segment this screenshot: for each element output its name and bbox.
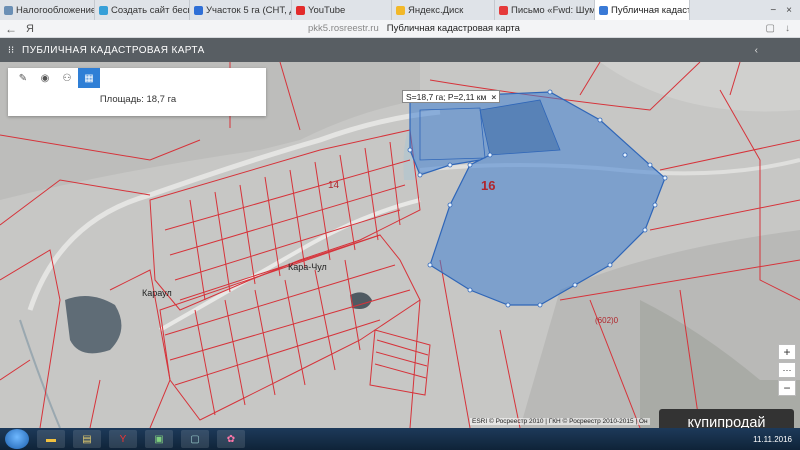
settlement-label: Караул	[142, 288, 172, 298]
paint-icon[interactable]: ✿	[217, 430, 245, 448]
close-measure-icon[interactable]: ×	[491, 92, 496, 102]
browser-window: Налогообложение а Создать сайт беспла Уч…	[0, 0, 800, 450]
tab-label: Налогообложение а	[16, 4, 95, 16]
tab-label: Участок 5 га (СНТ, ДН	[206, 4, 291, 16]
tab-favicon-icon	[194, 6, 203, 15]
tab-youtube[interactable]: YouTube	[292, 0, 392, 20]
tab-label: Создать сайт беспла	[111, 4, 189, 16]
minimize-icon[interactable]: −	[770, 5, 776, 16]
window-icon[interactable]: ▢	[181, 430, 209, 448]
explorer-icon[interactable]: ▬	[37, 430, 65, 448]
map-header: ⁝⁝ ПУБЛИЧНАЯ КАДАСТРОВАЯ КАРТА ‹	[0, 38, 800, 62]
taskbar: ▬ ▤ Y ▣ ▢ ✿ 11.11.2016	[0, 428, 800, 450]
close-window-icon[interactable]: ×	[786, 5, 792, 16]
parcel-number-14: 14	[328, 180, 340, 191]
zoom-out-button[interactable]: −	[778, 380, 796, 396]
url-page-title[interactable]: Публичная кадастровая карта	[387, 23, 520, 34]
eye-icon[interactable]: ◉	[34, 68, 56, 88]
measure-callout: S=18,7 га; P=2,11 км ×	[402, 90, 501, 103]
settlement-label: Кара-Чул	[288, 262, 327, 272]
address-actions: ▢ ↓	[766, 23, 800, 34]
tab-favicon-icon	[599, 6, 608, 15]
mail-icon	[499, 6, 508, 15]
download-icon[interactable]: ↓	[785, 23, 790, 34]
map-title: ПУБЛИЧНАЯ КАДАСТРОВАЯ КАРТА	[22, 44, 205, 56]
grid-icon[interactable]: ⁝⁝	[0, 45, 22, 56]
tab-mail[interactable]: Письмо «Fwd: Шуман	[495, 0, 595, 20]
tab-bar: Налогообложение а Создать сайт беспла Уч…	[0, 0, 800, 20]
tray-date: 11.11.2016	[753, 434, 792, 444]
map-canvas[interactable]	[0, 62, 800, 428]
terminal-icon[interactable]: ▣	[145, 430, 173, 448]
measure-icon[interactable]: ✎	[12, 68, 34, 88]
collapse-icon[interactable]: ‹	[755, 45, 758, 56]
zoom-in-button[interactable]: +	[778, 344, 796, 360]
cadastral-map[interactable]: 16 14 Караул Кара-Чул (602)0	[0, 62, 800, 428]
url-host[interactable]: pkk5.rosreestr.ru	[308, 23, 379, 34]
district-code-label: (602)0	[595, 316, 619, 325]
window-controls: − ×	[770, 0, 800, 20]
tab-favicon-icon	[4, 6, 13, 15]
tab-label: YouTube	[308, 4, 346, 16]
tab-tax[interactable]: Налогообложение а	[0, 0, 95, 20]
more-icon[interactable]: ⋯	[778, 362, 796, 378]
yandex-browser-icon[interactable]: Y	[109, 430, 137, 448]
youtube-icon	[296, 6, 305, 15]
ruler-icon[interactable]: ▦	[78, 68, 100, 88]
tab-cadastral-map[interactable]: Публичная кадастр ×	[595, 0, 690, 20]
area-result: Площадь: 18,7 га	[99, 94, 177, 105]
yandex-logo-icon[interactable]: Я	[22, 23, 38, 35]
address-bar: ← Я pkk5.rosreestr.ru Публичная кадастро…	[0, 20, 800, 38]
measure-tool-panel: ✎ ◉ ⚇ ▦ Площадь: 18,7 га	[8, 68, 266, 116]
people-icon[interactable]: ⚇	[56, 68, 78, 88]
map-attribution: ESRI © Росреестр 2010 | ГКН © Росреестр …	[470, 418, 650, 425]
files-icon[interactable]: ▤	[73, 430, 101, 448]
tab-plot[interactable]: Участок 5 га (СНТ, ДН	[190, 0, 292, 20]
yandex-disk-icon	[396, 6, 405, 15]
tab-yandex-disk[interactable]: Яндекс.Диск	[392, 0, 495, 20]
tab-favicon-icon	[99, 6, 108, 15]
parcel-number-16: 16	[481, 178, 496, 193]
tab-create-site[interactable]: Создать сайт беспла	[95, 0, 190, 20]
tab-label: Письмо «Fwd: Шуман	[511, 4, 594, 16]
back-button[interactable]: ←	[0, 22, 22, 36]
copy-icon[interactable]: ▢	[766, 23, 775, 34]
start-button[interactable]	[5, 429, 29, 449]
measure-text: S=18,7 га; P=2,11 км	[406, 91, 487, 102]
tab-label: Яндекс.Диск	[408, 4, 464, 16]
tab-label: Публичная кадастр	[611, 4, 690, 16]
